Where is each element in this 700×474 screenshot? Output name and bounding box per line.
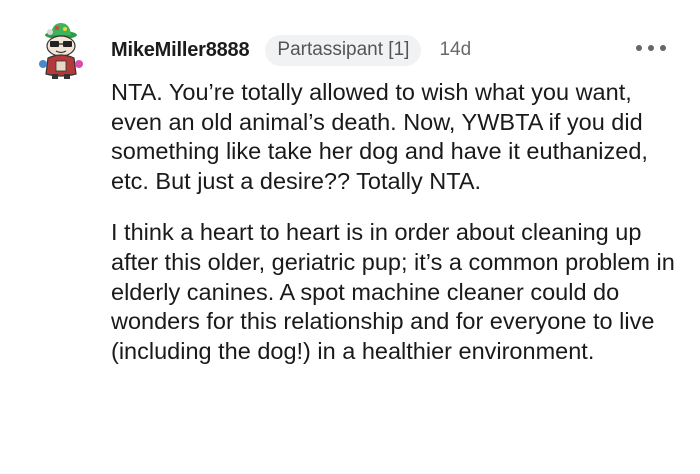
- user-flair-badge: Partassipant [1]: [265, 34, 422, 66]
- username-link[interactable]: MikeMiller8888: [111, 39, 250, 62]
- comment-header: MikeMiller8888 Partassipant [1] 14d: [111, 34, 471, 66]
- more-dot: [648, 45, 654, 51]
- snoo-avatar-icon: [39, 23, 83, 79]
- comment-card: MikeMiller8888 Partassipant [1] 14d NTA.…: [0, 0, 700, 474]
- comment-timestamp[interactable]: 14d: [439, 39, 471, 61]
- comment-paragraph: NTA. You’re totally allowed to wish what…: [111, 79, 648, 194]
- more-options-icon[interactable]: [636, 38, 666, 58]
- avatar[interactable]: [30, 20, 92, 82]
- comment-paragraph: I think a heart to heart is in order abo…: [111, 219, 675, 364]
- more-dot: [660, 45, 666, 51]
- comment-body: NTA. You’re totally allowed to wish what…: [111, 78, 686, 366]
- more-dot: [636, 45, 642, 51]
